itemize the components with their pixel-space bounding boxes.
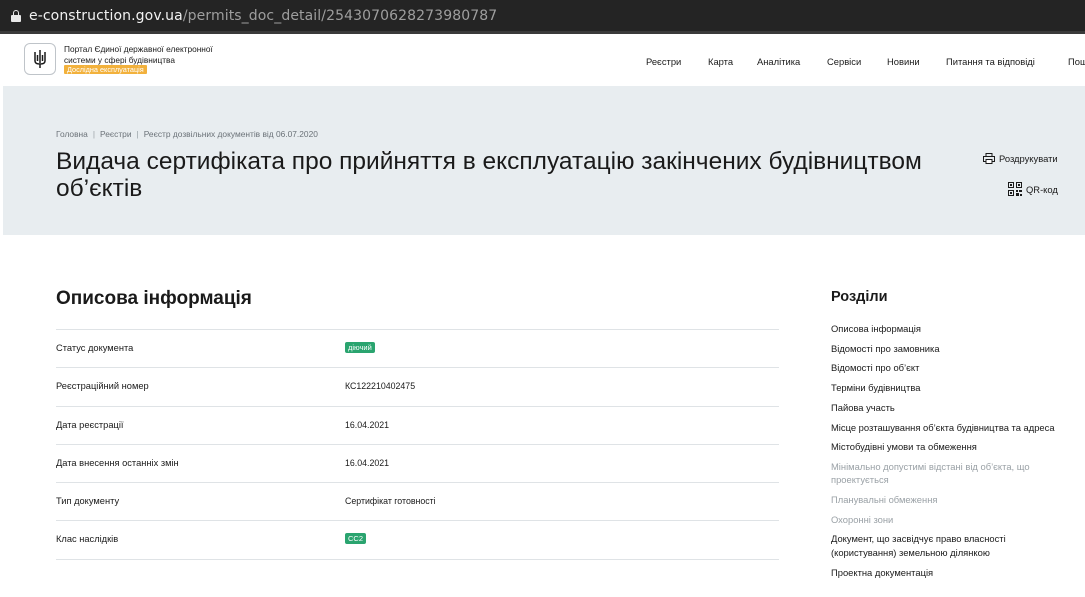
row-label: Реєстраційний номер: [56, 381, 149, 392]
page-title: Видача сертифіката про прийняття в експл…: [56, 148, 922, 202]
page: Портал Єдиної державної електронної сист…: [3, 37, 1085, 578]
table-row: [56, 558, 779, 597]
row-value: 16.04.2021: [345, 419, 390, 430]
toc-link[interactable]: Терміни будівництва: [831, 381, 1071, 394]
row-label: Дата реєстрації: [56, 419, 124, 430]
nav-item-registries[interactable]: Реєстри: [646, 56, 681, 67]
toc-link[interactable]: Відомості про замовника: [831, 342, 1071, 355]
toc-title: Розділи: [831, 289, 888, 305]
row-label: Клас наслідків: [56, 534, 119, 545]
nav-item-faq[interactable]: Питання та відповіді: [946, 56, 1035, 67]
toc-link-disabled: Мінімально допустимі відстані від об’єкт…: [831, 460, 1030, 486]
info-table: Статус документа діючий Реєстраційний но…: [56, 329, 779, 597]
trial-badge: Дослідна експлуатація: [64, 65, 147, 74]
lock-icon[interactable]: [11, 10, 21, 22]
nav-item-analytics[interactable]: Аналітика: [757, 56, 800, 67]
nav-item-map[interactable]: Карта: [708, 56, 733, 67]
toc-link[interactable]: Відомості про об’єкт: [831, 361, 1071, 374]
table-row: Реєстраційний номер КС122210402475: [56, 367, 779, 405]
table-row: Дата внесення останніх змін 16.04.2021: [56, 443, 779, 482]
browser-address-bar[interactable]: e-construction.gov.ua/permits_doc_detail…: [0, 0, 1085, 34]
row-label: Тип документу: [56, 496, 120, 507]
url-path: /permits_doc_detail/2543070628273980787: [182, 8, 498, 24]
nav-item-services[interactable]: Сервіси: [827, 56, 861, 67]
portal-name[interactable]: Портал Єдиної державної електронної сист…: [64, 44, 224, 76]
printer-icon: [983, 153, 995, 164]
trident-icon: [34, 50, 46, 68]
url-host: e-construction.gov.ua: [29, 8, 183, 24]
table-row: Клас наслідків СС2: [56, 520, 779, 558]
row-value: 16.04.2021: [345, 457, 390, 468]
row-value: Сертифікат готовності: [345, 496, 436, 507]
page-hero: Головна | Реєстри | Реєстр дозвільних докуме…: [3, 86, 1085, 235]
row-label: Дата внесення останніх змін: [56, 457, 179, 468]
qr-code-button[interactable]: QR-код: [1008, 182, 1058, 196]
toc-link-disabled: Охоронні зони: [831, 513, 894, 525]
nav-item-news[interactable]: Новини: [887, 56, 920, 67]
toc-list: Описова інформація Відомості про замовни…: [831, 322, 1071, 585]
site-header: Портал Єдиної державної електронної сист…: [3, 37, 1085, 86]
portal-name-text: Портал Єдиної державної електронної сист…: [64, 44, 213, 65]
breadcrumb-home[interactable]: Головна: [56, 129, 88, 139]
trident-logo-icon[interactable]: [24, 43, 56, 75]
section-title: Описова інформація: [56, 288, 252, 309]
breadcrumb-separator: |: [136, 129, 139, 139]
toc-link[interactable]: Описова інформація: [831, 322, 1071, 335]
qr-code-label: QR-код: [1026, 183, 1058, 195]
table-row: Тип документу Сертифікат готовності: [56, 482, 779, 520]
breadcrumb-current[interactable]: Реєстр дозвільних документів від 06.07.2…: [144, 129, 318, 139]
toc-link[interactable]: Проектна документація: [831, 566, 1071, 579]
toc-link[interactable]: Пайова участь: [831, 401, 1071, 414]
print-button[interactable]: Роздрукувати: [983, 153, 1058, 164]
row-label: Статус документа: [56, 343, 134, 353]
breadcrumb: Головна | Реєстри | Реєстр дозвільних докуме…: [56, 129, 318, 139]
url-text[interactable]: e-construction.gov.ua/permits_doc_detail…: [29, 8, 497, 24]
status-badge: діючий: [345, 342, 375, 353]
nav-item-search[interactable]: Пош: [1068, 56, 1085, 67]
table-row: Дата реєстрації 16.04.2021: [56, 405, 779, 444]
breadcrumb-registries[interactable]: Реєстри: [100, 129, 132, 139]
toc-link[interactable]: Документ, що засвідчує право власності (…: [831, 532, 1071, 559]
breadcrumb-separator: |: [92, 129, 96, 139]
toc-link[interactable]: Місце розташування об’єкта будівництва т…: [831, 421, 1071, 434]
table-row: Статус документа діючий: [56, 329, 779, 367]
toc-link-disabled: Планувальні обмеження: [831, 494, 938, 506]
toc-link[interactable]: Містобудівні умови та обмеження: [831, 440, 1071, 453]
print-label: Роздрукувати: [999, 153, 1058, 164]
consequence-class-badge: СС2: [345, 533, 367, 545]
qr-code-icon: [1008, 182, 1022, 196]
row-value: КС122210402475: [345, 381, 416, 392]
